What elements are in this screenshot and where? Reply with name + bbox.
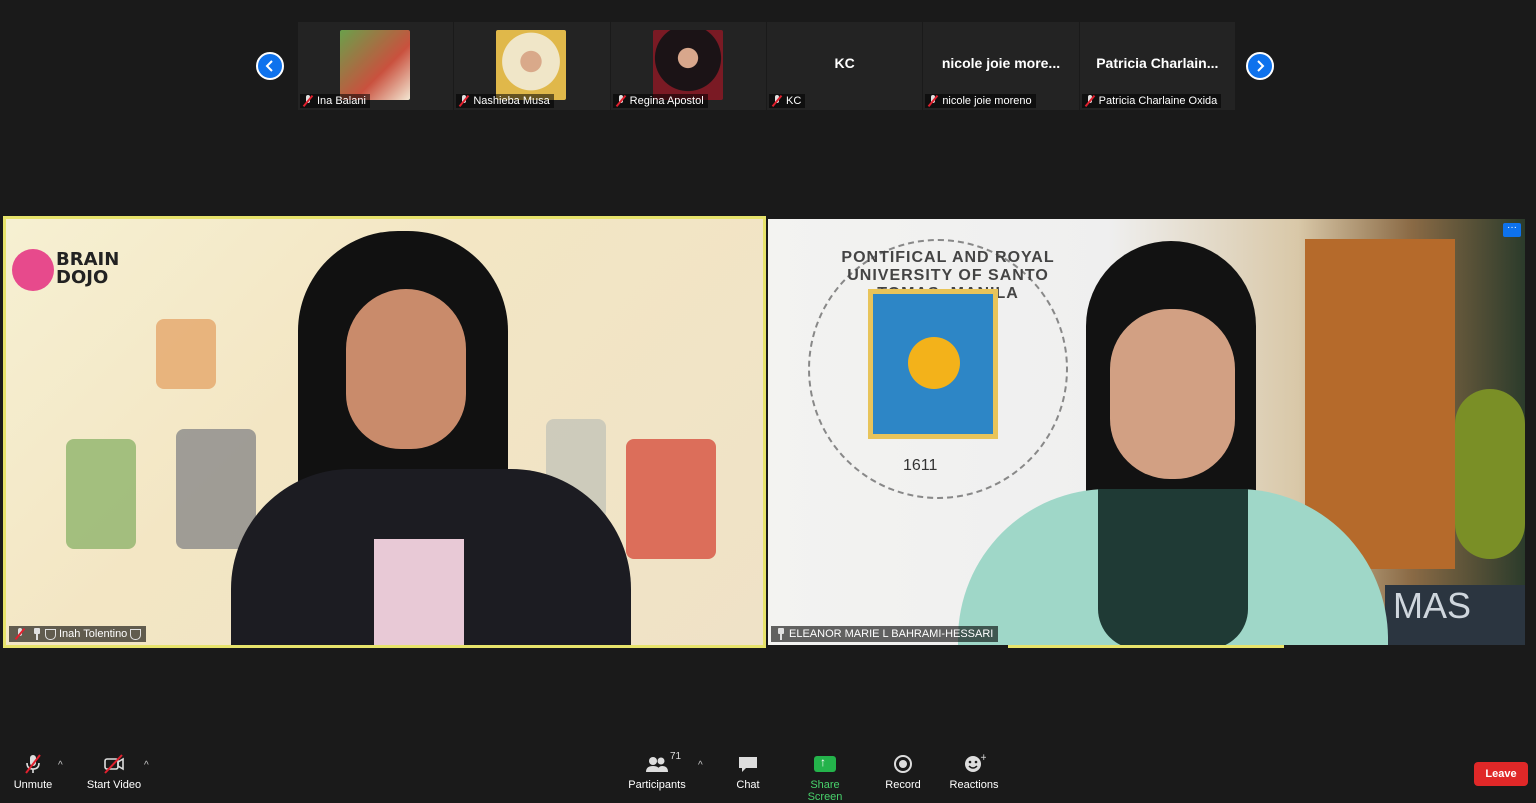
person-shirt — [374, 539, 464, 645]
seal-year: 1611 — [903, 457, 938, 474]
more-options-button[interactable]: ··· — [1503, 223, 1521, 237]
mic-muted-icon — [458, 95, 470, 107]
person-face — [1110, 309, 1235, 479]
avatar — [496, 30, 567, 100]
reactions-icon: + — [965, 753, 986, 772]
participants-count: 71 — [670, 751, 682, 762]
tree-background — [1455, 389, 1525, 559]
avatar — [652, 30, 723, 100]
participant-name-label: KC — [768, 94, 806, 108]
background-decoration — [626, 439, 716, 559]
participant-tile[interactable]: nicole joie more... nicole joie moreno — [923, 22, 1079, 110]
mic-muted-icon — [25, 754, 41, 774]
chat-button[interactable]: Chat — [730, 753, 766, 797]
chat-icon — [739, 757, 757, 772]
background-decoration — [66, 439, 136, 549]
prev-page-button[interactable] — [256, 52, 284, 80]
participant-strip: Ina Balani Nashieba Musa Regina Apostol … — [298, 22, 1236, 110]
unmute-button[interactable]: Unmute — [10, 753, 56, 797]
background-decoration — [176, 429, 256, 549]
participant-name-label: Regina Apostol — [612, 94, 708, 108]
mic-muted-icon — [927, 95, 939, 107]
reactions-button[interactable]: + Reactions — [948, 753, 1000, 797]
background-decoration — [156, 319, 216, 389]
video-name-label: Inah Tolentino — [9, 626, 147, 642]
meeting-toolbar: Unmute ^ Start Video ^ Participants 71 ^… — [0, 750, 1536, 803]
chevron-left-icon — [265, 60, 273, 72]
next-page-button[interactable] — [1246, 52, 1274, 80]
svg-text:+: + — [980, 753, 986, 763]
person-collar — [1098, 489, 1248, 645]
participant-tile[interactable]: Ina Balani — [298, 22, 454, 110]
mic-muted-icon — [14, 628, 26, 640]
avatar — [340, 30, 410, 100]
participant-name-label: nicole joie moreno — [925, 94, 1036, 108]
video-options-caret[interactable]: ^ — [144, 760, 149, 771]
record-icon — [894, 755, 912, 773]
participant-tile[interactable]: Nashieba Musa — [454, 22, 610, 110]
sign-text: MAS — [1385, 585, 1525, 645]
mic-muted-icon — [771, 95, 783, 107]
share-screen-icon — [814, 755, 836, 772]
participant-tile[interactable]: Patricia Charlain... Patricia Charlaine … — [1079, 22, 1235, 110]
video-name-label: ELEANOR MARIE L BAHRAMI-HESSARI — [771, 626, 999, 642]
participants-options-caret[interactable]: ^ — [698, 760, 703, 771]
start-video-button[interactable]: Start Video — [84, 753, 144, 797]
pin-icon — [32, 628, 42, 640]
participant-display-name: nicole joie more... — [941, 55, 1061, 71]
participant-tile[interactable]: KC KC — [766, 22, 923, 110]
participant-name-label: Ina Balani — [300, 94, 370, 108]
sun-icon — [908, 337, 960, 389]
chevron-right-icon — [1257, 60, 1265, 72]
spotlight-icon — [45, 628, 56, 640]
spotlight-icon — [130, 628, 142, 640]
logo-text: BRAIN DOJO — [56, 249, 120, 288]
mic-muted-icon — [1084, 95, 1096, 107]
participant-tile[interactable]: Regina Apostol — [610, 22, 766, 110]
participant-display-name: Patricia Charlain... — [1096, 55, 1219, 71]
participants-button[interactable]: Participants 71 — [626, 751, 688, 797]
audio-options-caret[interactable]: ^ — [58, 760, 63, 771]
video-tile[interactable]: PONTIFICAL AND ROYAL UNIVERSITY OF SANTO… — [768, 219, 1525, 645]
video-tile-active-speaker[interactable]: BRAIN DOJO Inah Tolentino — [3, 216, 766, 648]
speaking-indicator — [1008, 645, 1284, 648]
record-button[interactable]: Record — [882, 753, 924, 797]
pin-icon — [776, 628, 786, 640]
participants-icon — [646, 757, 668, 772]
mic-muted-icon — [615, 95, 627, 107]
leave-button[interactable]: Leave — [1474, 762, 1528, 786]
participant-name-label: Nashieba Musa — [456, 94, 554, 108]
person-face — [346, 289, 466, 449]
share-screen-button[interactable]: Share Screen — [792, 753, 858, 803]
video-off-icon — [104, 754, 124, 774]
mic-muted-icon — [302, 95, 314, 107]
participant-initials: KC — [834, 55, 855, 71]
participant-name-label: Patricia Charlaine Oxida — [1081, 94, 1222, 108]
brain-dojo-logo-icon — [12, 249, 54, 291]
